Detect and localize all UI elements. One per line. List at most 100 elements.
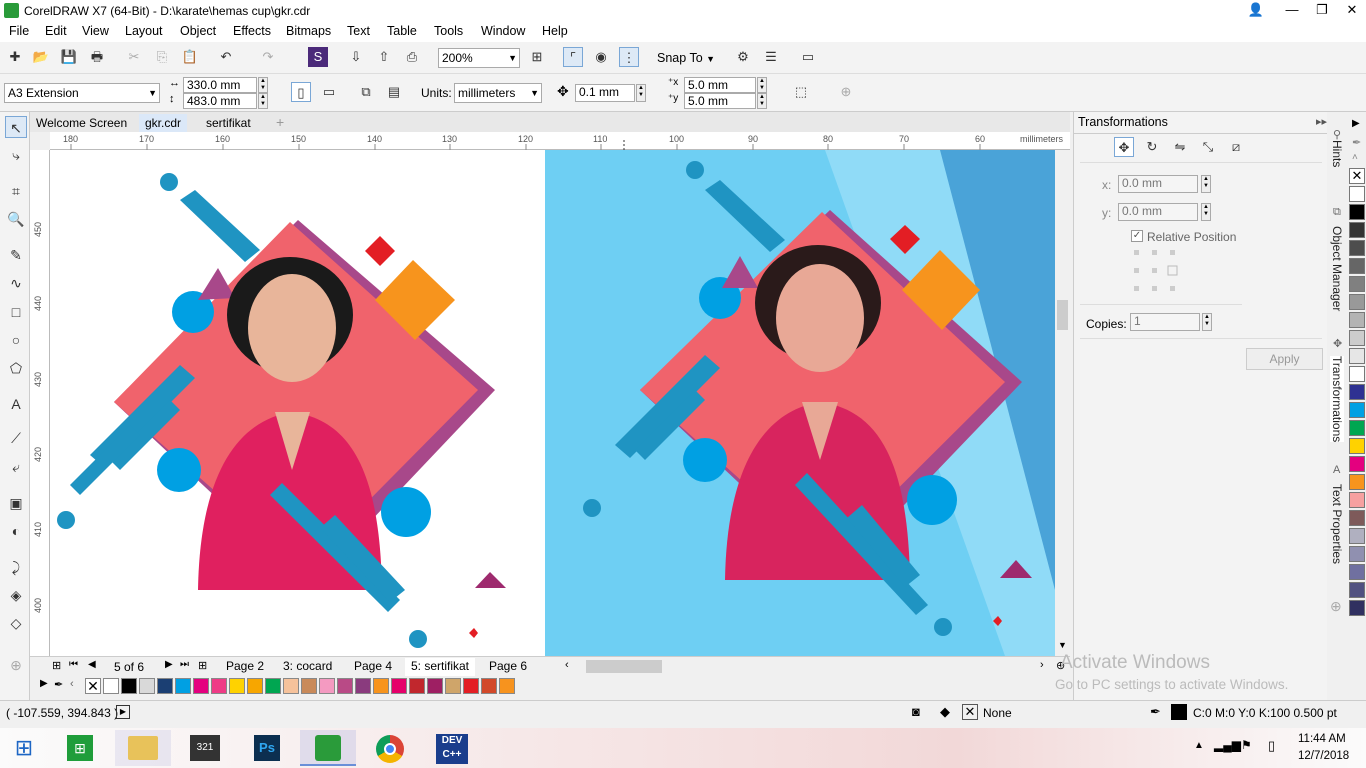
menu-file[interactable]: File — [9, 24, 29, 38]
restore-button[interactable]: ❐ — [1306, 0, 1338, 22]
color-swatch[interactable] — [1349, 402, 1365, 418]
page-size-select[interactable]: A3 Extension ▼ — [4, 83, 160, 103]
menu-help[interactable]: Help — [542, 24, 568, 38]
menu-effects[interactable]: Effects — [233, 24, 271, 38]
color-swatch[interactable] — [427, 678, 443, 694]
color-swatch[interactable] — [175, 678, 191, 694]
print-icon[interactable]: 🖶 — [87, 47, 107, 67]
palette-back-icon[interactable]: ‹ — [70, 678, 74, 690]
page-tab-active[interactable]: 5: sertifikat — [405, 658, 476, 676]
guidelines-icon[interactable]: ⋮ — [619, 47, 639, 67]
color-swatch[interactable] — [355, 678, 371, 694]
status-play-icon[interactable]: ▶ — [116, 705, 130, 719]
duplicate-y-field[interactable]: 5.0 mm — [684, 93, 756, 109]
paste-icon[interactable]: 📋 — [180, 47, 200, 67]
page-tab[interactable]: Page 4 — [348, 658, 398, 676]
menu-edit[interactable]: Edit — [45, 24, 67, 38]
view-grid-icon[interactable]: ◉ — [591, 47, 611, 67]
color-swatch[interactable] — [193, 678, 209, 694]
apply-button[interactable]: Apply — [1246, 348, 1323, 370]
color-swatch[interactable] — [445, 678, 461, 694]
scroll-right-icon[interactable]: › — [1040, 659, 1044, 671]
color-swatch[interactable] — [391, 678, 407, 694]
clock-time[interactable]: 11:44 AM — [1298, 733, 1346, 745]
zoom-fit-icon[interactable]: ⊞ — [527, 47, 547, 67]
zoom-level-select[interactable]: 200% ▼ — [438, 48, 520, 68]
page-tab[interactable]: 3: cocard — [277, 658, 338, 676]
color-swatch[interactable] — [499, 678, 515, 694]
drop-shadow-icon[interactable]: ▣ — [5, 492, 27, 514]
action-center-icon[interactable]: ⚑ — [1241, 738, 1252, 752]
x-spinner[interactable]: ▲ ▼ — [1201, 175, 1211, 193]
menu-window[interactable]: Window — [481, 24, 525, 38]
duplicate-x-field[interactable]: 5.0 mm — [684, 77, 756, 93]
scrollbar-thumb[interactable] — [1057, 300, 1068, 330]
network-icon[interactable]: ▂▄▆ — [1214, 738, 1241, 752]
menu-table[interactable]: Table — [387, 24, 417, 38]
taskbar-photoshop[interactable]: Ps — [239, 730, 295, 766]
color-swatch[interactable] — [247, 678, 263, 694]
color-swatch[interactable] — [481, 678, 497, 694]
text-tool-icon[interactable]: A — [5, 393, 27, 415]
anchor-grid-icon[interactable] — [1132, 248, 1182, 298]
color-swatch[interactable] — [1349, 474, 1365, 490]
scroll-left-icon[interactable]: ‹ — [565, 659, 569, 671]
x-field[interactable]: 0.0 mm — [1118, 175, 1198, 193]
start-windows-icon[interactable]: ⊞ — [10, 734, 38, 762]
duplicate-y-spinner[interactable]: ▲ ▼ — [757, 93, 767, 109]
polygon-tool-icon[interactable]: ⬠ — [5, 357, 27, 379]
connector-tool-icon[interactable]: ⤶ — [5, 456, 27, 478]
user-icon[interactable]: 👤 — [1240, 0, 1272, 22]
status-snapshot-icon[interactable]: ◙ — [912, 704, 920, 719]
transparency-tool-icon[interactable]: ◐ — [5, 520, 27, 542]
page-tab[interactable]: Page 2 — [220, 658, 270, 676]
units-select[interactable]: millimeters ▼ — [454, 83, 542, 103]
color-swatch[interactable] — [1349, 564, 1365, 580]
docker-tab-text-properties[interactable]: Text Properties — [1330, 484, 1344, 564]
color-swatch[interactable] — [103, 678, 119, 694]
relative-position-checkbox[interactable]: ✓ — [1131, 230, 1143, 242]
color-swatch[interactable] — [463, 678, 479, 694]
battery-icon[interactable]: ▯ — [1268, 738, 1275, 754]
drawing-canvas[interactable] — [50, 150, 1055, 656]
menu-object[interactable]: Object — [180, 24, 216, 38]
page-tab[interactable]: Page 6 — [483, 658, 533, 676]
copies-field[interactable]: 1 — [1130, 313, 1200, 331]
taskbar-chrome[interactable] — [362, 730, 418, 766]
color-swatch[interactable] — [1349, 510, 1365, 526]
color-swatch[interactable] — [1349, 366, 1365, 382]
previous-page-icon[interactable]: ◀ — [88, 659, 96, 670]
last-page-icon[interactable]: ⏭ — [180, 659, 189, 670]
color-swatch[interactable] — [1349, 600, 1365, 616]
color-swatch[interactable] — [1349, 204, 1365, 220]
options-icon[interactable]: ⚙ — [733, 47, 753, 67]
close-button[interactable]: ✕ — [1336, 0, 1366, 22]
next-page-icon[interactable]: ▶ — [165, 659, 173, 670]
color-swatch[interactable] — [1349, 312, 1365, 328]
treat-as-filled-icon[interactable]: ⬚ — [791, 82, 811, 102]
save-icon[interactable]: 💾 — [59, 47, 79, 67]
docker-tab-object-manager[interactable]: Object Manager — [1330, 226, 1344, 311]
page-color-icon[interactable]: ▭ — [798, 47, 818, 67]
smart-fill-icon[interactable]: ◇ — [5, 612, 27, 634]
menu-bitmaps[interactable]: Bitmaps — [286, 24, 331, 38]
docker-tab-transformations[interactable]: Transformations — [1330, 356, 1344, 443]
eyedropper-icon[interactable]: ✒ — [54, 678, 63, 691]
color-swatch[interactable] — [1349, 420, 1365, 436]
tab-sertifikat[interactable]: sertifikat — [200, 114, 257, 132]
duplicate-x-spinner[interactable]: ▲ ▼ — [757, 77, 767, 93]
rotate-icon[interactable]: ↻ — [1142, 137, 1162, 157]
height-spinner[interactable]: ▲ ▼ — [258, 93, 268, 109]
color-swatch[interactable] — [1349, 276, 1365, 292]
color-swatch[interactable] — [1349, 222, 1365, 238]
pick-tool-icon[interactable]: ↖ — [5, 116, 27, 138]
color-swatch[interactable] — [1349, 294, 1365, 310]
vertical-ruler[interactable]: 450 440 430 420 410 400 — [30, 150, 50, 658]
nudge-spinner[interactable]: ▲ ▼ — [636, 84, 646, 102]
palette-scroll-icon[interactable]: ▶ — [40, 678, 48, 689]
add-page-after-icon[interactable]: ⊞ — [198, 659, 207, 672]
tab-gkr-cdr[interactable]: gkr.cdr — [139, 114, 188, 132]
rulers-icon[interactable]: ⌜ — [563, 47, 583, 67]
horizontal-scrollbar-thumb[interactable] — [586, 660, 662, 673]
minimize-button[interactable]: — — [1276, 0, 1308, 22]
